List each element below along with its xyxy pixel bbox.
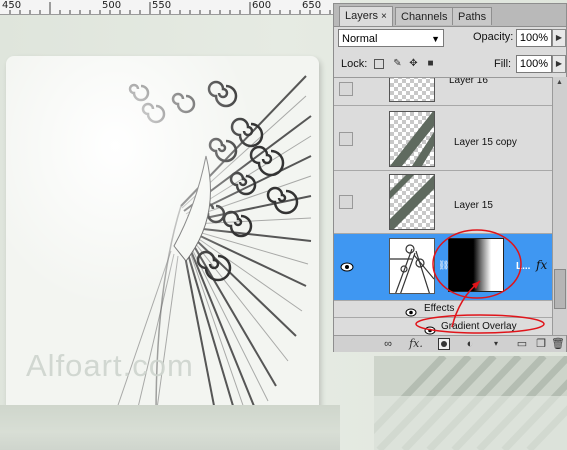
layer-name[interactable]: Layer 15 — [454, 200, 493, 211]
layer-thumbnail — [389, 174, 435, 230]
gradient-overlay-label[interactable]: Gradient Overlay — [441, 321, 517, 332]
layer-row-15[interactable]: Layer 15 — [334, 171, 552, 234]
layer-row-selected[interactable]: ⛓ L... fx — [334, 234, 552, 301]
tab-layers[interactable]: Layers × — [339, 6, 393, 26]
new-layer-icon[interactable]: ❐ — [533, 337, 549, 351]
opacity-arrow-button[interactable]: ▶ — [552, 29, 566, 47]
opacity-field[interactable]: 100% — [516, 29, 552, 47]
horizontal-ruler: 450 500 550 600 650 — [0, 0, 340, 15]
tab-layers-label: Layers — [345, 10, 379, 22]
layers-scrollbar[interactable]: ▲ — [552, 77, 567, 335]
fx-badge-icon[interactable]: fx — [536, 258, 547, 272]
layer-row-16[interactable]: Layer 16 — [334, 78, 552, 106]
tab-channels[interactable]: Channels — [395, 7, 454, 25]
panel-bottom-toolbar: ∞ fx. ◐ ▾ ▭ ❐ 🗑 — [334, 335, 566, 352]
layer-row-15-copy[interactable]: Layer 15 copy — [334, 107, 552, 171]
layers-panel: Layers × Channels Paths Normal ▼ Opacity:… — [333, 3, 567, 352]
trash-icon[interactable]: 🗑 — [550, 337, 566, 351]
lock-all-icon[interactable]: ■ — [425, 58, 436, 69]
ruler-label: 650 — [302, 0, 322, 11]
visibility-toggle[interactable] — [339, 82, 353, 96]
close-icon[interactable]: × — [381, 11, 387, 22]
layer-list: Layer 16 Layer 15 copy Layer 15 ⛓ L... f… — [334, 77, 552, 336]
mask-icon[interactable] — [436, 337, 452, 351]
link-icon[interactable]: ∞ — [380, 337, 396, 351]
ruler-label: 600 — [252, 0, 272, 11]
lock-label: Lock: — [341, 58, 368, 70]
canvas-diagonal-stripes — [374, 356, 567, 450]
layer-name[interactable]: Layer 16 — [449, 78, 488, 86]
canvas-bottom-shadow — [0, 405, 340, 450]
adjustment-arrow-icon[interactable]: ▾ — [488, 337, 504, 351]
layer-thumbnail — [389, 111, 435, 167]
layer-thumbnail — [389, 78, 435, 102]
artwork-paper: Alfoart.com — [6, 56, 319, 416]
panel-tab-bar: Layers × Channels Paths — [334, 4, 566, 27]
effects-label: Effects — [424, 303, 455, 314]
opacity-label: Opacity: — [473, 31, 514, 43]
layer-name[interactable]: L... — [516, 261, 530, 272]
lock-transparency-icon[interactable] — [374, 59, 384, 69]
ruler-label: 500 — [102, 0, 122, 11]
gradient-overlay-row[interactable]: Gradient Overlay — [334, 318, 552, 336]
scroll-up-icon[interactable]: ▲ — [556, 79, 563, 86]
fill-label: Fill: — [494, 58, 512, 70]
adjustment-icon[interactable]: ◐ — [462, 337, 478, 351]
tab-channels-label: Channels — [401, 11, 448, 23]
fx-icon[interactable]: fx. — [408, 337, 424, 351]
ruler-label: 550 — [152, 0, 172, 11]
blend-opacity-row: Normal ▼ Opacity: 100% ▶ — [334, 29, 566, 51]
lock-paint-icon[interactable]: ✎ — [392, 58, 403, 69]
folder-icon[interactable]: ▭ — [514, 337, 530, 351]
eye-icon[interactable] — [424, 322, 436, 336]
blend-mode-value: Normal — [342, 33, 378, 45]
effects-row[interactable]: Effects — [334, 301, 552, 318]
visibility-toggle[interactable] — [339, 195, 353, 209]
eye-icon[interactable] — [340, 259, 354, 272]
visibility-toggle[interactable] — [339, 132, 353, 146]
tab-paths-label: Paths — [458, 11, 487, 23]
layer-thumbnail — [389, 238, 435, 294]
blend-mode-select[interactable]: Normal ▼ — [338, 29, 444, 47]
lock-move-icon[interactable]: ✥ — [408, 58, 419, 69]
scrollbar-thumb[interactable] — [554, 269, 566, 309]
fill-field[interactable]: 100% — [516, 55, 552, 73]
tab-paths[interactable]: Paths — [452, 7, 493, 25]
ruler-label: 450 — [2, 0, 22, 11]
watermark-text: Alfoart.com — [26, 348, 194, 383]
chevron-down-icon: ▼ — [431, 34, 440, 44]
layer-name[interactable]: Layer 15 copy — [454, 137, 517, 148]
fill-arrow-button[interactable]: ▶ — [552, 55, 566, 73]
layer-mask-thumbnail[interactable] — [448, 238, 504, 292]
